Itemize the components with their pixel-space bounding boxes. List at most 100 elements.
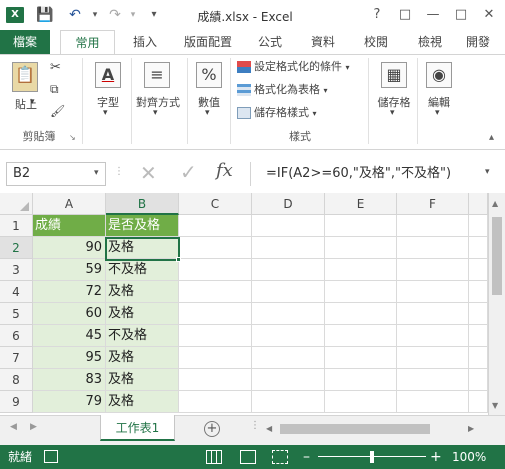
cell-a[interactable]: 60	[33, 303, 106, 325]
paste-dropdown-icon[interactable]: ▾	[30, 97, 35, 107]
prev-sheet-icon[interactable]: ◀	[10, 422, 17, 432]
tab-insert[interactable]: 插入	[125, 30, 165, 54]
font-button[interactable]: 字型	[90, 94, 126, 110]
row-header[interactable]: 5	[0, 303, 33, 325]
cell-a[interactable]: 72	[33, 281, 106, 303]
tab-formulas[interactable]: 公式	[250, 30, 290, 54]
scroll-up-icon[interactable]: ▲	[492, 199, 498, 208]
cell-empty[interactable]	[469, 347, 488, 369]
cells-icon[interactable]: ▦	[381, 62, 407, 88]
scroll-left-icon[interactable]: ◀	[266, 424, 272, 433]
paste-icon[interactable]: 📋	[12, 62, 38, 92]
cell-empty[interactable]	[179, 347, 252, 369]
tab-review[interactable]: 校閱	[356, 30, 396, 54]
copy-icon[interactable]: ⧉	[50, 82, 59, 97]
horizontal-scrollbar[interactable]: ◀ ▶	[262, 420, 482, 438]
format-as-table-button[interactable]: 格式化為表格 ▾	[237, 81, 367, 99]
cell-empty[interactable]	[179, 303, 252, 325]
ribbon-display-icon[interactable]: □	[394, 5, 416, 25]
cell-b[interactable]: 及格	[106, 281, 179, 303]
cell-empty[interactable]	[469, 259, 488, 281]
normal-view-icon[interactable]	[206, 450, 222, 464]
cell-empty[interactable]	[325, 391, 397, 413]
font-dropdown-icon[interactable]: ▾	[103, 108, 108, 118]
editing-dropdown-icon[interactable]: ▾	[435, 108, 440, 118]
number-format-icon[interactable]: %	[196, 62, 222, 88]
cell-empty[interactable]	[397, 347, 469, 369]
cell-empty[interactable]	[179, 259, 252, 281]
number-dropdown-icon[interactable]: ▾	[205, 108, 210, 118]
column-header-a[interactable]: A	[33, 193, 106, 215]
page-break-view-icon[interactable]	[272, 450, 288, 464]
sheet-tab-1[interactable]: 工作表1	[100, 415, 175, 441]
scroll-right-icon[interactable]: ▶	[468, 424, 474, 433]
cell-empty[interactable]	[469, 325, 488, 347]
cell-empty[interactable]	[325, 215, 397, 237]
cell-empty[interactable]	[469, 391, 488, 413]
cell-empty[interactable]	[252, 391, 325, 413]
horizontal-scroll-thumb[interactable]	[280, 424, 430, 434]
cell-empty[interactable]	[325, 325, 397, 347]
row-header[interactable]: 6	[0, 325, 33, 347]
minimize-icon[interactable]: —	[422, 5, 444, 25]
cell-empty[interactable]	[397, 281, 469, 303]
fill-handle[interactable]	[176, 257, 181, 262]
cell-empty[interactable]	[397, 391, 469, 413]
cell-empty[interactable]	[179, 325, 252, 347]
column-header-e[interactable]: E	[325, 193, 397, 215]
cell-empty[interactable]	[397, 215, 469, 237]
column-header-f[interactable]: F	[397, 193, 469, 215]
row-header[interactable]: 1	[0, 215, 33, 237]
tab-home[interactable]: 常用	[60, 30, 115, 54]
cell-a[interactable]: 79	[33, 391, 106, 413]
cell-empty[interactable]	[325, 259, 397, 281]
maximize-icon[interactable]: □	[450, 5, 472, 25]
alignment-icon[interactable]: ≡	[144, 62, 170, 88]
cell-b[interactable]: 及格	[106, 369, 179, 391]
next-sheet-icon[interactable]: ▶	[30, 422, 37, 432]
cell-empty[interactable]	[252, 215, 325, 237]
row-header[interactable]: 2	[0, 237, 33, 259]
row-header[interactable]: 8	[0, 369, 33, 391]
tab-developer[interactable]: 開發	[466, 30, 505, 54]
expand-formula-bar-icon[interactable]: ▾	[485, 167, 490, 177]
cell-empty[interactable]	[179, 281, 252, 303]
confirm-entry-icon[interactable]: ✓	[180, 160, 197, 184]
help-icon[interactable]: ?	[366, 5, 388, 25]
cell-empty[interactable]	[252, 281, 325, 303]
customize-qat-icon[interactable]: ▾	[145, 6, 163, 24]
cell-empty[interactable]	[325, 347, 397, 369]
column-header-g[interactable]	[469, 193, 488, 215]
cell-empty[interactable]	[397, 369, 469, 391]
cells-dropdown-icon[interactable]: ▾	[390, 108, 395, 118]
column-header-b[interactable]: B	[106, 193, 179, 215]
cell-empty[interactable]	[179, 391, 252, 413]
redo-dropdown-icon[interactable]: ▾	[124, 6, 142, 24]
cell-empty[interactable]	[252, 303, 325, 325]
cell-empty[interactable]	[397, 325, 469, 347]
insert-function-icon[interactable]: fx	[216, 160, 233, 181]
cell-empty[interactable]	[469, 281, 488, 303]
page-layout-view-icon[interactable]	[240, 450, 256, 464]
cell-b[interactable]: 及格	[106, 347, 179, 369]
column-header-d[interactable]: D	[252, 193, 325, 215]
name-box[interactable]: B2	[6, 162, 106, 186]
zoom-out-icon[interactable]: –	[303, 445, 310, 469]
zoom-slider-thumb[interactable]	[370, 451, 374, 463]
tab-view[interactable]: 檢視	[410, 30, 450, 54]
cell-empty[interactable]	[469, 369, 488, 391]
cell-b[interactable]: 不及格	[106, 325, 179, 347]
cell-a[interactable]: 95	[33, 347, 106, 369]
cell-empty[interactable]	[325, 281, 397, 303]
row-header[interactable]: 3	[0, 259, 33, 281]
vertical-scrollbar[interactable]: ▲ ▼	[488, 193, 505, 415]
tab-data[interactable]: 資料	[303, 30, 343, 54]
cell-b[interactable]: 及格	[106, 237, 179, 259]
zoom-level[interactable]: 100%	[452, 445, 486, 469]
cell-empty[interactable]	[397, 303, 469, 325]
add-sheet-icon[interactable]: +	[204, 421, 220, 437]
cell-b[interactable]: 不及格	[106, 259, 179, 281]
row-header[interactable]: 7	[0, 347, 33, 369]
cell-a[interactable]: 83	[33, 369, 106, 391]
binoculars-icon[interactable]: ◉	[426, 62, 452, 88]
